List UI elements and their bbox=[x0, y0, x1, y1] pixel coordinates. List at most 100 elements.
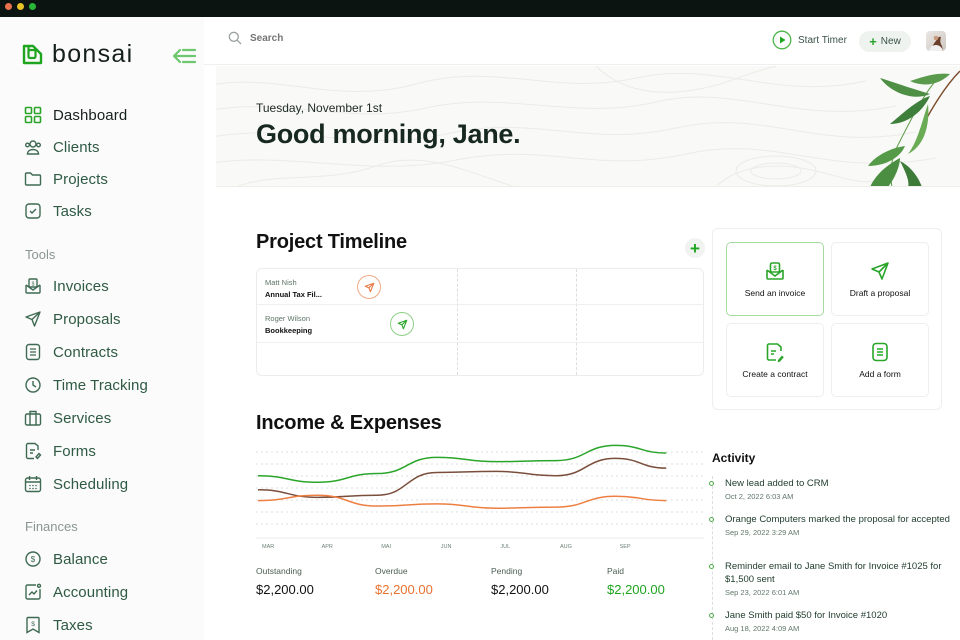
send-icon bbox=[25, 311, 41, 327]
activity-dot-icon bbox=[709, 481, 714, 486]
sidebar-item-tasks[interactable]: Tasks bbox=[24, 200, 92, 222]
search-input[interactable] bbox=[250, 32, 450, 44]
stat-value: $2,200.00 bbox=[491, 582, 549, 597]
sidebar-item-balance[interactable]: $ Balance bbox=[24, 548, 108, 570]
close-window-button[interactable] bbox=[5, 3, 12, 10]
sidebar-item-label: Invoices bbox=[53, 277, 109, 295]
sidebar-item-dashboard[interactable]: Dashboard bbox=[24, 104, 127, 126]
draft-proposal-button[interactable]: Draft a proposal bbox=[831, 242, 929, 316]
quick-actions-panel: $ Send an invoice Draft a proposal Creat… bbox=[712, 228, 942, 410]
finances-heading: Finances bbox=[25, 519, 78, 534]
timeline-client-name: Roger Wilson bbox=[265, 314, 311, 323]
sidebar-item-forms[interactable]: Forms bbox=[24, 440, 96, 462]
new-button[interactable]: + New bbox=[859, 31, 911, 52]
sidebar-item-projects[interactable]: Projects bbox=[24, 168, 108, 190]
clock-icon bbox=[25, 377, 41, 393]
sidebar-item-invoices[interactable]: $ Invoices bbox=[24, 275, 109, 297]
project-timeline: Matt Nish Annual Tax Fil... Roger Wilson… bbox=[256, 268, 704, 376]
send-icon bbox=[871, 262, 889, 280]
activity-item[interactable]: Reminder email to Jane Smith for Invoice… bbox=[709, 560, 950, 597]
play-icon bbox=[772, 30, 792, 50]
dollar-circle-icon: $ bbox=[25, 551, 41, 567]
timeline-marker-active[interactable] bbox=[390, 312, 414, 336]
search-icon bbox=[228, 31, 242, 45]
add-project-button[interactable]: + bbox=[685, 238, 705, 258]
sidebar-item-contracts[interactable]: Contracts bbox=[24, 341, 118, 363]
stat-value: $2,200.00 bbox=[375, 582, 433, 597]
chart-icon bbox=[25, 583, 42, 600]
sidebar-item-label: Forms bbox=[53, 442, 96, 460]
sidebar-item-label: Accounting bbox=[53, 583, 129, 601]
contract-icon bbox=[766, 343, 784, 363]
send-icon bbox=[397, 319, 407, 329]
sidebar-item-accounting[interactable]: Accounting bbox=[24, 581, 128, 603]
timeline-row[interactable]: Matt Nish Annual Tax Fil... bbox=[257, 269, 703, 305]
stat-label: Pending bbox=[491, 566, 523, 576]
sidebar-item-label: Taxes bbox=[53, 616, 93, 634]
invoice-icon: $ bbox=[25, 278, 41, 294]
activity-time: Sep 29, 2022 3:29 AM bbox=[725, 528, 800, 537]
user-avatar[interactable] bbox=[926, 31, 946, 51]
sidebar-item-label: Dashboard bbox=[53, 106, 128, 124]
sidebar-item-time-tracking[interactable]: Time Tracking bbox=[24, 374, 148, 396]
stat-value: $2,200.00 bbox=[607, 582, 665, 597]
x-tick-label: AUG bbox=[560, 544, 572, 550]
svg-text:$: $ bbox=[31, 555, 36, 564]
action-label: Add a form bbox=[859, 369, 901, 379]
start-timer-button[interactable]: Start Timer bbox=[772, 30, 847, 50]
timeline-project-name: Annual Tax Fil... bbox=[265, 290, 322, 299]
sidebar-item-clients[interactable]: Clients bbox=[24, 136, 100, 158]
activity-time: Oct 2, 2022 6:03 AM bbox=[725, 492, 794, 501]
checkbox-icon bbox=[25, 203, 41, 219]
x-tick-label: JUN bbox=[441, 544, 452, 550]
project-timeline-title: Project Timeline bbox=[256, 231, 407, 253]
sidebar-item-label: Balance bbox=[53, 550, 108, 568]
activity-text: New lead added to CRM bbox=[725, 478, 829, 489]
sidebar-item-services[interactable]: Services bbox=[24, 407, 111, 429]
topbar: Start Timer +New bbox=[204, 17, 960, 65]
collapse-sidebar-icon[interactable] bbox=[172, 47, 196, 65]
window-titlebar bbox=[0, 0, 960, 17]
briefcase-icon bbox=[24, 410, 42, 426]
svg-text:$: $ bbox=[31, 621, 35, 628]
greeting-title: Good morning, Jane. bbox=[256, 119, 521, 149]
timeline-project-name: Bookkeeping bbox=[265, 326, 313, 335]
avatar-photo-icon bbox=[929, 35, 943, 51]
activity-item[interactable]: New lead added to CRM Oct 2, 2022 6:03 A… bbox=[709, 477, 950, 501]
action-label: Create a contract bbox=[742, 369, 808, 379]
activity-title: Activity bbox=[712, 451, 756, 465]
timeline-marker-overdue[interactable] bbox=[357, 275, 381, 299]
form-icon bbox=[872, 342, 888, 362]
x-tick-label: MAR bbox=[262, 544, 274, 550]
invoice-icon: $ bbox=[766, 262, 784, 280]
activity-time: Aug 18, 2022 4:09 AM bbox=[725, 624, 800, 633]
x-tick-label: JUL bbox=[500, 544, 510, 550]
plus-icon: + bbox=[869, 34, 877, 49]
send-invoice-button[interactable]: $ Send an invoice bbox=[726, 242, 824, 316]
activity-item[interactable]: Jane Smith paid $50 for Invoice #1020 Au… bbox=[709, 609, 950, 633]
x-tick-label: MAI bbox=[381, 544, 391, 550]
logo[interactable]: bonsai bbox=[22, 40, 134, 68]
start-timer-label: Start Timer bbox=[798, 34, 847, 46]
create-contract-button[interactable]: Create a contract bbox=[726, 323, 824, 397]
minimize-window-button[interactable] bbox=[17, 3, 24, 10]
sidebar-item-scheduling[interactable]: Scheduling bbox=[24, 473, 128, 495]
stat-overdue: Overdue $2,200.00 bbox=[375, 566, 433, 597]
activity-dot-icon bbox=[709, 613, 714, 618]
add-form-button[interactable]: Add a form bbox=[831, 323, 929, 397]
activity-time: Sep 23, 2022 6:01 AM bbox=[725, 588, 800, 597]
current-date: Tuesday, November 1st bbox=[256, 101, 383, 115]
stat-paid: Paid $2,200.00 bbox=[607, 566, 665, 597]
sidebar-item-taxes[interactable]: $ Taxes bbox=[24, 614, 93, 636]
activity-dot-icon bbox=[709, 564, 714, 569]
sidebar-item-label: Scheduling bbox=[53, 475, 129, 493]
timeline-client-name: Matt Nish bbox=[265, 278, 297, 287]
sidebar-item-proposals[interactable]: Proposals bbox=[24, 308, 121, 330]
timeline-row[interactable]: Roger Wilson Bookkeeping bbox=[257, 305, 703, 343]
sidebar-item-label: Tasks bbox=[53, 202, 92, 220]
brand-name: bonsai bbox=[52, 40, 134, 68]
bonsai-logo-icon bbox=[22, 44, 43, 65]
x-tick-label: APR bbox=[322, 544, 333, 550]
maximize-window-button[interactable] bbox=[29, 3, 36, 10]
activity-item[interactable]: Orange Computers marked the proposal for… bbox=[709, 513, 950, 537]
